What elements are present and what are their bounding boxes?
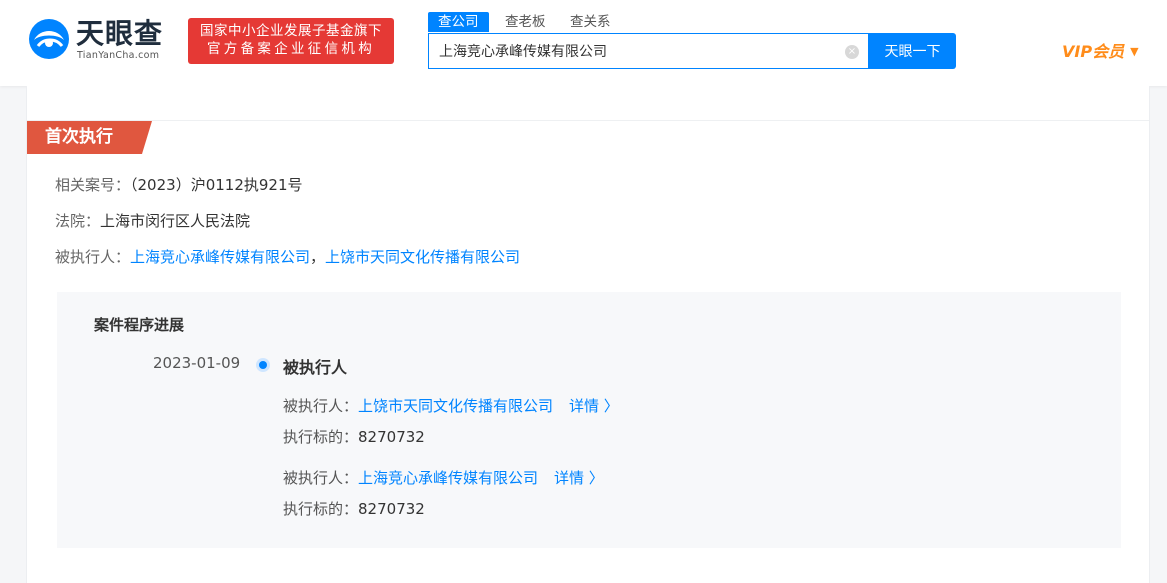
official-badge[interactable]: 国家中小企业发展子基金旗下 官方备案企业征信机构 bbox=[188, 18, 394, 64]
executed-party-link-1[interactable]: 上海竞心承峰传媒有限公司 bbox=[130, 248, 310, 266]
top-header: 天眼查 TianYanCha.com 国家中小企业发展子基金旗下 官方备案企业征… bbox=[0, 0, 1167, 86]
case-number-row: 相关案号：（2023）沪0112执921号 bbox=[55, 174, 303, 196]
tab-relation[interactable]: 查关系 bbox=[570, 12, 611, 32]
court-value: 上海市闵行区人民法院 bbox=[100, 212, 251, 230]
search-button[interactable]: 天眼一下 bbox=[869, 33, 956, 69]
entry-1-subject: 执行标的：8270732 bbox=[283, 426, 425, 448]
search-box: × bbox=[428, 33, 869, 69]
tab-company[interactable]: 查公司 bbox=[428, 12, 489, 32]
clear-icon[interactable]: × bbox=[845, 45, 859, 59]
logo-eye-icon bbox=[29, 19, 69, 59]
card-divider bbox=[27, 120, 1149, 121]
event-title: 被执行人 bbox=[283, 358, 348, 377]
entry-2-subject: 执行标的：8270732 bbox=[283, 498, 425, 520]
court-row: 法院：上海市闵行区人民法院 bbox=[55, 210, 250, 232]
entry-2-company-link[interactable]: 上海竞心承峰传媒有限公司 bbox=[358, 469, 538, 487]
entry-2-party: 被执行人：上海竞心承峰传媒有限公司 详情 〉 bbox=[283, 467, 604, 489]
badge-line-1: 国家中小企业发展子基金旗下 bbox=[200, 23, 382, 39]
court-label: 法院： bbox=[55, 212, 101, 230]
case-number-label: 相关案号： bbox=[55, 176, 131, 194]
progress-title: 案件程序进展 bbox=[94, 316, 185, 334]
case-number-value: （2023）沪0112执921号 bbox=[130, 176, 303, 194]
entry-2-party-label: 被执行人： bbox=[283, 469, 359, 487]
entry-1-subject-label: 执行标的： bbox=[283, 428, 359, 446]
timeline-dot-icon bbox=[259, 361, 267, 369]
badge-line-2: 官方备案企业征信机构 bbox=[207, 41, 375, 57]
entry-1-party-label: 被执行人： bbox=[283, 397, 359, 415]
executed-party-label: 被执行人： bbox=[55, 248, 131, 266]
entry-2-detail-link[interactable]: 详情 〉 bbox=[554, 469, 604, 487]
vip-label: VIP会员 bbox=[1062, 42, 1125, 61]
logo-text: 天眼查 bbox=[76, 17, 164, 50]
entry-1-subject-value: 8270732 bbox=[358, 428, 425, 446]
executed-party-row: 被执行人：上海竞心承峰传媒有限公司，上饶市天同文化传播有限公司 bbox=[55, 246, 520, 268]
separator: ， bbox=[310, 248, 326, 266]
vip-member-button[interactable]: VIP会员 ▼ bbox=[1062, 40, 1139, 64]
execution-card: 首次执行 相关案号：（2023）沪0112执921号 法院：上海市闵行区人民法院… bbox=[26, 86, 1150, 583]
event-date: 2023-01-09 bbox=[153, 354, 241, 372]
logo-subtitle: TianYanCha.com bbox=[77, 50, 160, 61]
case-progress-panel: 案件程序进展 2023-01-09 被执行人 被执行人：上饶市天同文化传播有限公… bbox=[57, 292, 1121, 548]
entry-1-company-link[interactable]: 上饶市天同文化传播有限公司 bbox=[358, 397, 553, 415]
caret-down-icon: ▼ bbox=[1130, 45, 1139, 58]
section-title: 首次执行 bbox=[27, 121, 152, 154]
search-input[interactable] bbox=[429, 34, 849, 68]
entry-1-party: 被执行人：上饶市天同文化传播有限公司 详情 〉 bbox=[283, 395, 619, 417]
entry-1-detail-link[interactable]: 详情 〉 bbox=[569, 397, 619, 415]
entry-2-subject-label: 执行标的： bbox=[283, 500, 359, 518]
executed-party-link-2[interactable]: 上饶市天同文化传播有限公司 bbox=[325, 248, 520, 266]
entry-2-subject-value: 8270732 bbox=[358, 500, 425, 518]
tab-boss[interactable]: 查老板 bbox=[505, 12, 546, 32]
tianyancha-logo[interactable]: 天眼查 TianYanCha.com bbox=[26, 16, 176, 66]
